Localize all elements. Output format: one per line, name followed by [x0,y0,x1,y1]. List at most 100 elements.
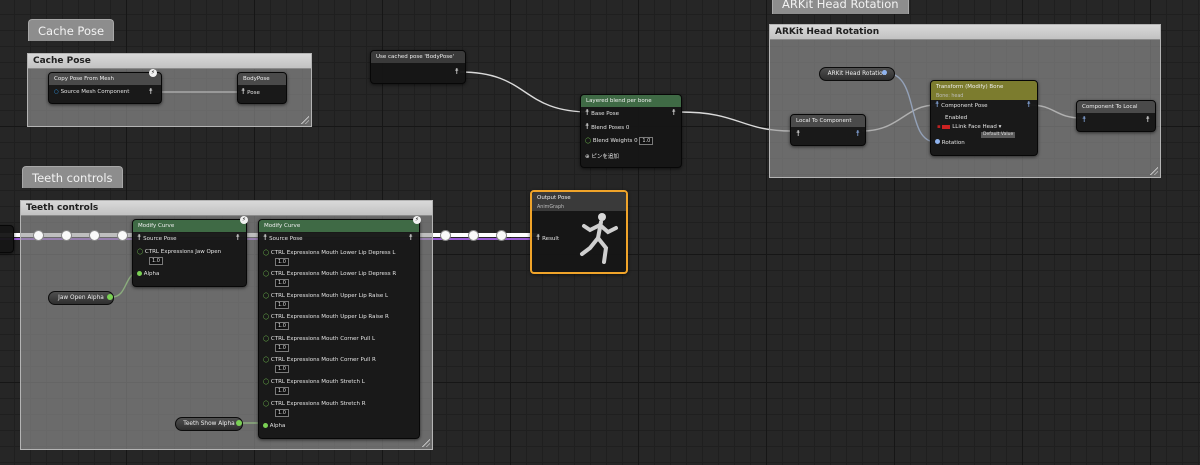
node-modify-curve-mouth[interactable]: Modify Curve ⚡ ☨ Source Pose ☨ ◯ CTRL Ex… [258,216,421,439]
pin-curve[interactable]: ◯ CTRL Expressions Mouth Upper Lip Raise… [263,313,389,321]
pose-input-icon: ☨ [536,233,541,242]
pin-label: Result [542,236,560,242]
pose-input-icon[interactable]: ☨ [796,130,800,138]
pin-source-mesh[interactable]: ○ Source Mesh Component [54,88,129,96]
pin-label: Blend Weights 0 [592,138,638,144]
pose-output-icon[interactable]: ☨ [672,109,676,117]
node-use-cached-pose[interactable]: Use cached pose 'BodyPose' ☨ [370,50,466,84]
node-output-pose[interactable]: Output Pose AnimGraph ☨ Result [530,190,628,274]
pin-component-pose[interactable]: ☨ Component Pose [935,101,988,110]
wire-reroute-dot[interactable] [468,230,479,241]
pin-source-pose[interactable]: ☨ Source Pose [137,234,176,243]
float-pin-icon[interactable] [236,420,242,426]
resize-grip[interactable] [301,116,309,124]
weights-value-field[interactable]: 1.0 [639,137,654,145]
pin-curve[interactable]: ◯ CTRL Expressions Mouth Lower Lip Depre… [263,270,396,278]
pin-curve[interactable]: ◯ CTRL Expressions Mouth Lower Lip Depre… [263,249,395,257]
node-title: Layered blend per bone [581,95,681,107]
wire-reroute-dot[interactable] [496,230,507,241]
pose-output-icon[interactable]: ☨ [1146,116,1150,124]
pin-result[interactable]: ☨ Result [536,234,559,243]
node-title: Copy Pose From Mesh [49,73,161,85]
wire-reroute-dot[interactable] [61,230,72,241]
float-pin-icon: ◯ [585,138,592,144]
pin-enabled-label: Enabled [945,115,968,121]
pose-output-icon[interactable]: ☨ [149,88,153,96]
node-layered-blend-per-bone[interactable]: Layered blend per bone ☨ Base Pose ☨ ☨ B… [580,94,682,168]
pin-curve[interactable]: ◯ CTRL Expressions Mouth Corner Pull L [263,335,375,343]
curve-value-field[interactable]: 1.0 [149,257,163,265]
node-local-to-component[interactable]: Local To Component ☨ ☨ [790,114,866,146]
float-pin-icon: ◯ [263,379,270,385]
pose-output-icon[interactable]: ☨ [856,130,860,138]
node-title: Local To Component [791,115,865,127]
pin-curve[interactable]: ◯ CTRL Expressions Mouth Stretch R [263,400,366,408]
add-pin-button[interactable]: ⊕ ピンを追加 [585,153,619,161]
running-mannequin-icon [580,213,618,264]
curve-value-field[interactable]: 1.0 [275,365,289,373]
wire-reroute-dot[interactable] [33,230,44,241]
pin-label: CTRL Expressions Mouth Stretch L [270,379,365,385]
pin-curve[interactable]: ◯ CTRL Expressions Mouth Stretch L [263,378,365,386]
resize-grip[interactable] [1150,167,1158,175]
node-transform-modify-bone[interactable]: Transform (Modify) Bone Bone: head ☨ Com… [930,80,1038,156]
pin-source-pose[interactable]: ☨ Source Pose [263,234,302,243]
node-modify-curve-jaw[interactable]: Modify Curve ⚡ ☨ Source Pose ☨ ◯ CTRL Ex… [132,216,248,287]
pose-output-icon[interactable]: ☨ [409,234,413,242]
pose-output-icon[interactable]: ☨ [236,234,240,242]
curve-value-field[interactable]: 1.0 [275,258,289,266]
node-copy-pose-from-mesh[interactable]: Copy Pose From Mesh ⚡ ○ Source Mesh Comp… [48,69,162,104]
comment-bubble-arkit-head-rotation[interactable]: ARKit Head Rotation [772,0,909,14]
rotator-pin-icon [935,139,940,144]
pin-blend-weights[interactable]: ◯ Blend Weights 0 1.0 [585,137,654,145]
float-pin-icon[interactable] [107,294,113,300]
curve-value-field[interactable]: 1.0 [275,279,289,287]
node-bodypose[interactable]: BodyPose ☨ Pose [237,72,287,104]
pin-label: CTRL Expressions Mouth Corner Pull R [270,357,376,363]
pin-label: Base Pose [591,111,619,117]
pin-curve-jaw-open[interactable]: ◯ CTRL Expressions Jaw Open [137,248,221,256]
pose-input-icon: ☨ [137,233,142,242]
float-pin-icon [263,423,268,428]
pose-input-icon: ☨ [935,100,940,109]
comment-title: Teeth controls [21,201,432,216]
pose-input-icon: ☨ [585,108,590,117]
pin-rotation[interactable]: Rotation [935,139,965,147]
float-pin-icon: ◯ [263,250,270,256]
node-title: Use cached pose 'BodyPose' [371,51,465,63]
pin-alpha[interactable]: Alpha [263,422,285,430]
curve-value-field[interactable]: 1.0 [275,409,289,417]
pin-curve[interactable]: ◯ CTRL Expressions Mouth Corner Pull R [263,356,376,364]
pin-alpha[interactable]: Alpha [137,270,159,278]
curve-value-field[interactable]: 1.0 [275,387,289,395]
add-pin-label: ピンを追加 [591,154,619,160]
pin-label: CTRL Expressions Mouth Upper Lip Raise L [270,293,389,299]
lightning-icon: ⚡ [240,216,248,224]
pose-input-icon[interactable]: ☨ [1082,116,1086,124]
pin-label: Component Pose [941,103,988,109]
comment-bubble-teeth-controls[interactable]: Teeth controls [22,166,123,188]
pose-output-icon[interactable]: ☨ [1027,101,1031,109]
pin-curve[interactable]: ◯ CTRL Expressions Mouth Upper Lip Raise… [263,292,388,300]
rotator-pin-icon[interactable] [882,70,887,75]
variable-jaw-open-alpha[interactable]: Jaw Open Alpha [48,291,114,305]
curve-value-field[interactable]: 1.0 [275,344,289,352]
resize-grip[interactable] [422,439,430,447]
node-component-to-local[interactable]: Component To Local ☨ ☨ [1076,100,1156,132]
comment-title: ARKit Head Rotation [770,25,1160,40]
comment-bubble-cache-pose[interactable]: Cache Pose [28,19,115,41]
wire-reroute-dot[interactable] [89,230,100,241]
pin-label: Source Pose [143,236,177,242]
variable-teeth-show-alpha[interactable]: Teeth Show Alpha [175,417,243,431]
node-title: Modify Curve [259,220,419,232]
pin-pose[interactable]: ☨ Pose [241,88,260,97]
curve-value-field[interactable]: 1.0 [275,301,289,309]
pin-enabled-value[interactable]: ▪ LLink Face Head ▾ [937,123,1001,131]
wire-cached-to-blend [459,71,591,113]
pin-base-pose[interactable]: ☨ Base Pose [585,109,619,118]
pose-output-icon[interactable]: ☨ [455,68,459,76]
curve-value-field[interactable]: 1.0 [275,322,289,330]
wire-reroute-dot[interactable] [117,230,128,241]
wire-reroute-dot[interactable] [440,230,451,241]
pin-blend-poses[interactable]: ☨ Blend Poses 0 [585,123,629,132]
